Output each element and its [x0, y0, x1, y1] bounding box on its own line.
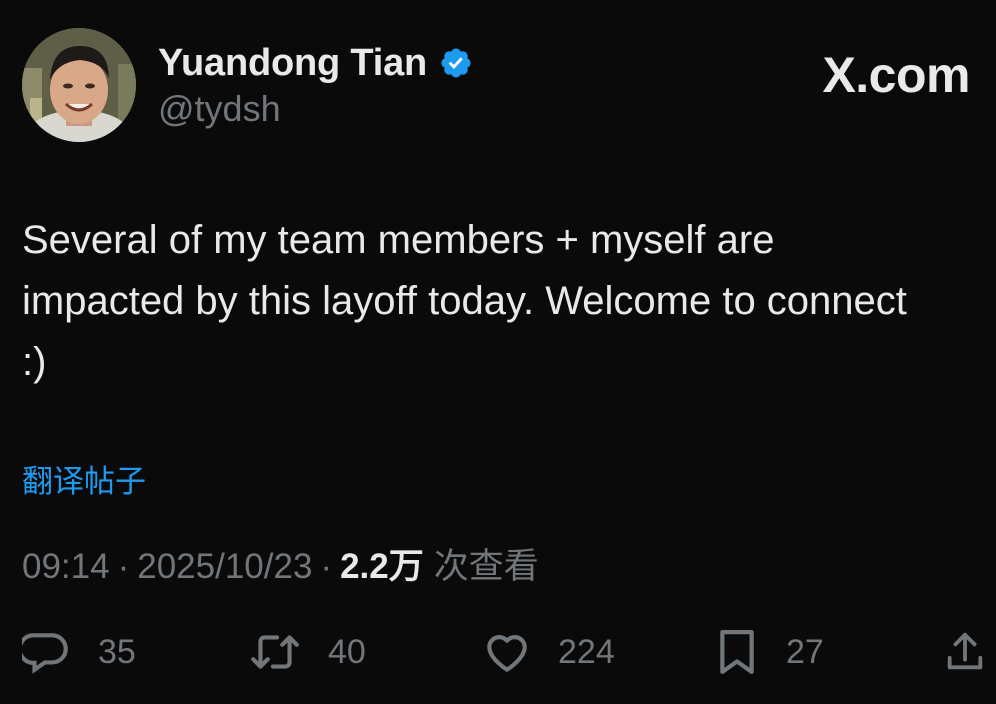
bookmark-button[interactable]: 27 [714, 620, 824, 684]
avatar[interactable] [22, 28, 136, 142]
views-label: 次查看 [433, 547, 539, 586]
translate-post-link[interactable]: 翻译帖子 [22, 456, 146, 501]
share-icon [942, 628, 988, 676]
tweet-date[interactable]: 2025/10/23 [137, 547, 312, 587]
retweet-button[interactable]: 40 [248, 620, 366, 684]
author-handle[interactable]: @tydsh [158, 88, 281, 130]
tweet-text: Several of my team members + myself are … [22, 218, 907, 384]
like-count: 224 [558, 632, 615, 671]
share-button[interactable] [942, 620, 988, 684]
reply-count: 35 [98, 632, 136, 671]
bookmark-count: 27 [786, 632, 824, 671]
heart-icon [482, 627, 532, 677]
bookmark-icon [714, 626, 760, 678]
reply-icon [22, 627, 72, 677]
meta-separator: · [117, 547, 130, 586]
author-name-row: Yuandong Tian [158, 40, 473, 86]
like-button[interactable]: 224 [482, 620, 615, 684]
reply-button[interactable]: 35 [22, 620, 136, 684]
author-display-name[interactable]: Yuandong Tian [158, 42, 427, 85]
views-count: 2.2万 [340, 547, 424, 586]
tweet-time[interactable]: 09:14 [22, 547, 110, 587]
brand-label: X.com [822, 47, 970, 103]
meta-separator: · [320, 547, 333, 586]
action-bar: 35 40 224 27 [0, 620, 996, 684]
verified-badge-icon [439, 46, 473, 80]
retweet-count: 40 [328, 632, 366, 671]
avatar-image [22, 28, 136, 142]
tweet-meta: 09:14 · 2025/10/23 · 2.2万 次查看 [22, 538, 539, 589]
retweet-icon [248, 627, 302, 677]
